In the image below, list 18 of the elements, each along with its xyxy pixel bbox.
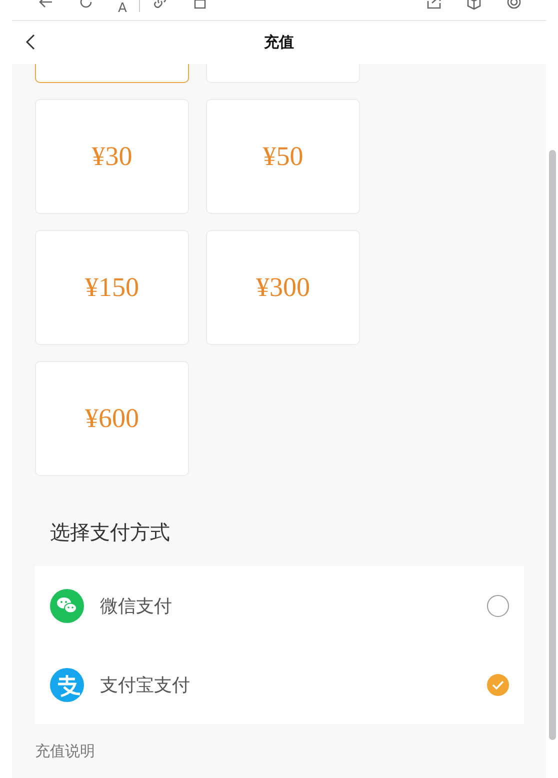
section-heading: 充值说明	[35, 742, 96, 761]
amount-option[interactable]: ¥150	[35, 230, 189, 345]
chat-bubbles-icon	[50, 588, 84, 622]
payment-method-label[interactable]: 支付宝支付	[100, 672, 487, 696]
page-title: 充值	[264, 33, 294, 52]
amount-option[interactable]: ¥600	[35, 361, 189, 476]
section-heading: 选择支付方式	[50, 519, 171, 546]
payment-method-label[interactable]: 微信支付	[100, 594, 487, 618]
font-button[interactable]: A	[118, 1, 127, 16]
amount-option[interactable]: ¥30	[35, 99, 189, 214]
amount-option[interactable]: ¥50	[206, 99, 360, 214]
back-icon[interactable]	[24, 33, 36, 51]
check-icon	[492, 680, 504, 690]
radio-button[interactable]	[487, 674, 509, 696]
payment-logo-icon	[50, 668, 84, 702]
scrollbar[interactable]	[549, 150, 556, 740]
radio-button[interactable]	[487, 594, 509, 616]
amount-option[interactable]: ¥300	[206, 230, 360, 345]
